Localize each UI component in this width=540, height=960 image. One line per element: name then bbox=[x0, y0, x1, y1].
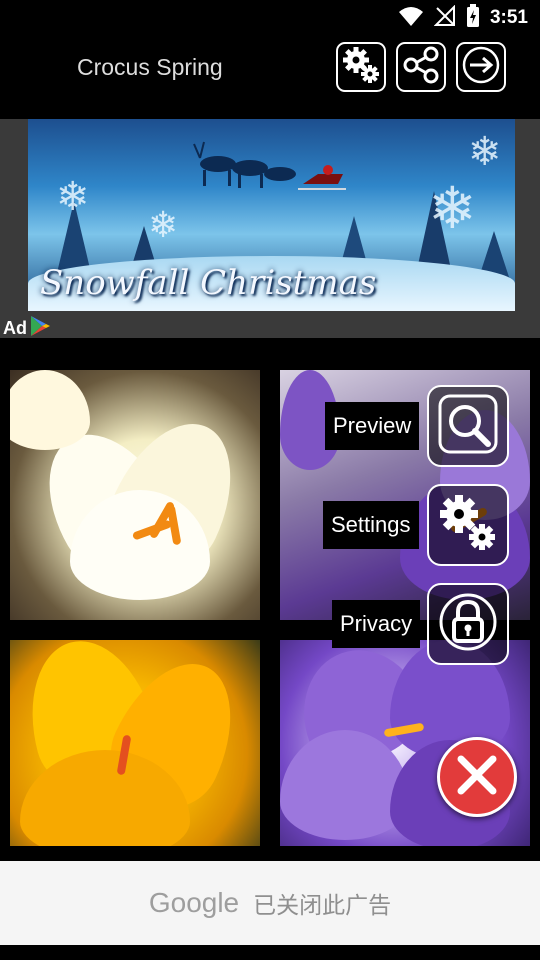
settings-gear-icon bbox=[435, 490, 501, 561]
preview-search-icon bbox=[436, 392, 500, 461]
status-time: 3:51 bbox=[489, 7, 528, 28]
status-icons: 3:51 bbox=[398, 3, 528, 33]
snowflake-icon: ❄ bbox=[148, 204, 179, 245]
preview-button[interactable] bbox=[427, 385, 509, 467]
ad-banner[interactable]: ❄ ❄ ❄ ❄ Snowfall Christmas Ad bbox=[0, 119, 540, 338]
snowflake-icon: ❄ bbox=[56, 175, 90, 219]
sleigh-reindeer-icon bbox=[188, 134, 348, 209]
ad-caption: Snowfall Christmas bbox=[40, 263, 377, 303]
google-play-icon bbox=[29, 315, 51, 342]
gallery-tile-white-crocus[interactable] bbox=[10, 370, 260, 620]
share-icon bbox=[402, 46, 440, 89]
privacy-lock-icon bbox=[436, 590, 500, 659]
ad-closed-text: 已关闭此广告 bbox=[253, 893, 392, 919]
ad-image[interactable]: ❄ ❄ ❄ ❄ Snowfall Christmas bbox=[28, 119, 515, 311]
exit-arrow-icon bbox=[461, 45, 501, 90]
gallery-tile-yellow-crocus[interactable] bbox=[10, 640, 260, 846]
wifi-icon bbox=[398, 5, 424, 32]
settings-gear-icon bbox=[341, 45, 381, 90]
ad-label-text: Ad bbox=[3, 318, 27, 338]
app-title: Crocus Spring bbox=[77, 54, 223, 80]
ad-label[interactable]: Ad bbox=[3, 315, 51, 342]
closed-ad-bar: Google 已关闭此广告 bbox=[0, 861, 540, 945]
bottom-edge bbox=[0, 945, 540, 960]
preview-label[interactable]: Preview bbox=[325, 402, 420, 450]
snowflake-icon: ❄ bbox=[428, 176, 477, 241]
settings-menu-button[interactable] bbox=[427, 484, 509, 566]
settings-button[interactable] bbox=[336, 42, 386, 92]
snowflake-icon: ❄ bbox=[468, 130, 502, 174]
settings-label[interactable]: Settings bbox=[323, 501, 419, 549]
close-menu-button[interactable] bbox=[437, 737, 517, 817]
privacy-button[interactable] bbox=[427, 583, 509, 665]
close-x-icon bbox=[452, 750, 502, 805]
app-header: Crocus Spring bbox=[0, 36, 540, 112]
google-logo-text: Google bbox=[148, 887, 240, 918]
exit-button[interactable] bbox=[456, 42, 506, 92]
status-bar: 3:51 bbox=[0, 0, 540, 36]
no-signal-icon bbox=[433, 4, 456, 32]
share-button[interactable] bbox=[396, 42, 446, 92]
privacy-label[interactable]: Privacy bbox=[332, 600, 421, 648]
battery-charging-icon bbox=[466, 3, 480, 33]
